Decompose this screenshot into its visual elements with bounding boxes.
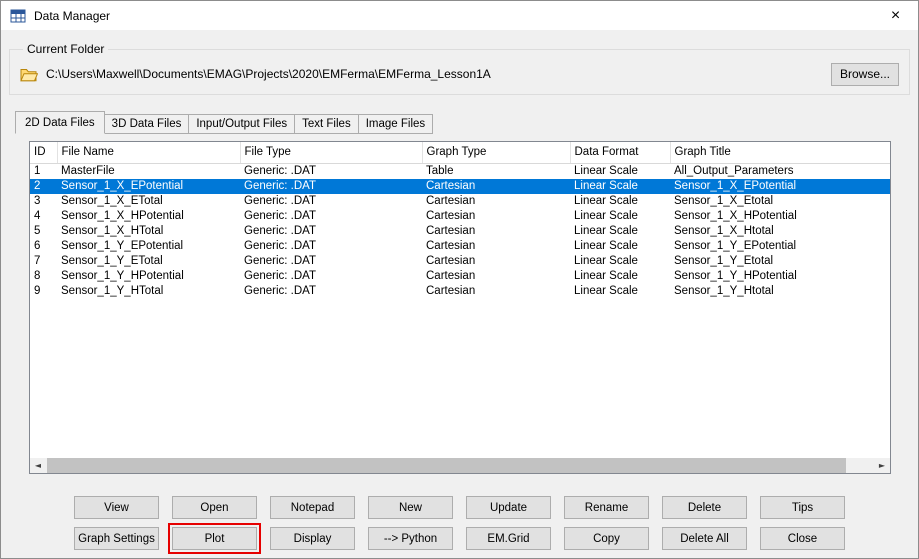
table-row[interactable]: 8Sensor_1_Y_HPotentialGeneric: .DATCarte… [30, 269, 890, 284]
close-button[interactable]: Close [760, 527, 845, 550]
table-row[interactable]: 5Sensor_1_X_HTotalGeneric: .DATCartesian… [30, 224, 890, 239]
tab-3d-data-files[interactable]: 3D Data Files [104, 114, 190, 134]
file-type-tabs: 2D Data Files3D Data FilesInput/Output F… [15, 111, 918, 134]
data-files-table: IDFile NameFile TypeGraph TypeData Forma… [29, 141, 891, 474]
horizontal-scrollbar[interactable]: ◄ ► [30, 458, 890, 473]
current-folder-label: Current Folder [23, 42, 108, 56]
table-row[interactable]: 7Sensor_1_Y_ETotalGeneric: .DATCartesian… [30, 254, 890, 269]
scrollbar-track[interactable] [46, 458, 874, 473]
table-row[interactable]: 6Sensor_1_Y_EPotentialGeneric: .DATCarte… [30, 239, 890, 254]
button-area: View Open Notepad New Update Rename Delete Tips… [1, 496, 918, 550]
folder-icon [20, 67, 38, 82]
tab-image-files[interactable]: Image Files [358, 114, 433, 134]
table-area: IDFile NameFile TypeGraph TypeData Forma… [30, 142, 890, 458]
column-header-file-type[interactable]: File Type [240, 142, 422, 163]
data-manager-window: Data Manager × Current Folder C:\Users\M… [0, 0, 919, 559]
rename-button[interactable]: Rename [564, 496, 649, 519]
tab-text-files[interactable]: Text Files [294, 114, 359, 134]
scroll-right-icon[interactable]: ► [874, 458, 890, 473]
table-row[interactable]: 3Sensor_1_X_ETotalGeneric: .DATCartesian… [30, 194, 890, 209]
column-header-graph-type[interactable]: Graph Type [422, 142, 570, 163]
current-folder-group: Current Folder C:\Users\Maxwell\Document… [9, 42, 910, 95]
table-row[interactable]: 4Sensor_1_X_HPotentialGeneric: .DATCarte… [30, 209, 890, 224]
new-button[interactable]: New [368, 496, 453, 519]
table-row[interactable]: 1MasterFileGeneric: .DATTableLinear Scal… [30, 163, 890, 179]
browse-button[interactable]: Browse... [831, 63, 899, 86]
column-header-graph-title[interactable]: Graph Title [670, 142, 890, 163]
notepad-button[interactable]: Notepad [270, 496, 355, 519]
column-header-data-format[interactable]: Data Format [570, 142, 670, 163]
delete-all-button[interactable]: Delete All [662, 527, 747, 550]
scroll-left-icon[interactable]: ◄ [30, 458, 46, 473]
graph-settings-button[interactable]: Graph Settings [74, 527, 159, 550]
button-grid: View Open Notepad New Update Rename Delete Tips… [74, 496, 845, 550]
tips-button[interactable]: Tips [760, 496, 845, 519]
view-button[interactable]: View [74, 496, 159, 519]
python-button[interactable]: --> Python [368, 527, 453, 550]
delete-button[interactable]: Delete [662, 496, 747, 519]
em-grid-button[interactable]: EM.Grid [466, 527, 551, 550]
column-header-id[interactable]: ID [30, 142, 57, 163]
update-button[interactable]: Update [466, 496, 551, 519]
table-row[interactable]: 9Sensor_1_Y_HTotalGeneric: .DATCartesian… [30, 284, 890, 299]
current-folder-row: C:\Users\Maxwell\Documents\EMAG\Projects… [20, 62, 899, 86]
open-button[interactable]: Open [172, 496, 257, 519]
window-title: Data Manager [34, 9, 110, 23]
table-row[interactable]: 2Sensor_1_X_EPotentialGeneric: .DATCarte… [30, 179, 890, 194]
titlebar: Data Manager × [1, 1, 918, 30]
display-button[interactable]: Display [270, 527, 355, 550]
copy-button[interactable]: Copy [564, 527, 649, 550]
current-folder-path: C:\Users\Maxwell\Documents\EMAG\Projects… [46, 67, 823, 81]
tab-input-output-files[interactable]: Input/Output Files [188, 114, 295, 134]
plot-button[interactable]: Plot [172, 527, 257, 550]
scrollbar-thumb[interactable] [47, 458, 846, 473]
table-header-row: IDFile NameFile TypeGraph TypeData Forma… [30, 142, 890, 163]
column-header-file-name[interactable]: File Name [57, 142, 240, 163]
tab-2d-data-files[interactable]: 2D Data Files [15, 111, 105, 134]
app-icon [10, 8, 26, 24]
close-button[interactable]: × [873, 1, 918, 30]
